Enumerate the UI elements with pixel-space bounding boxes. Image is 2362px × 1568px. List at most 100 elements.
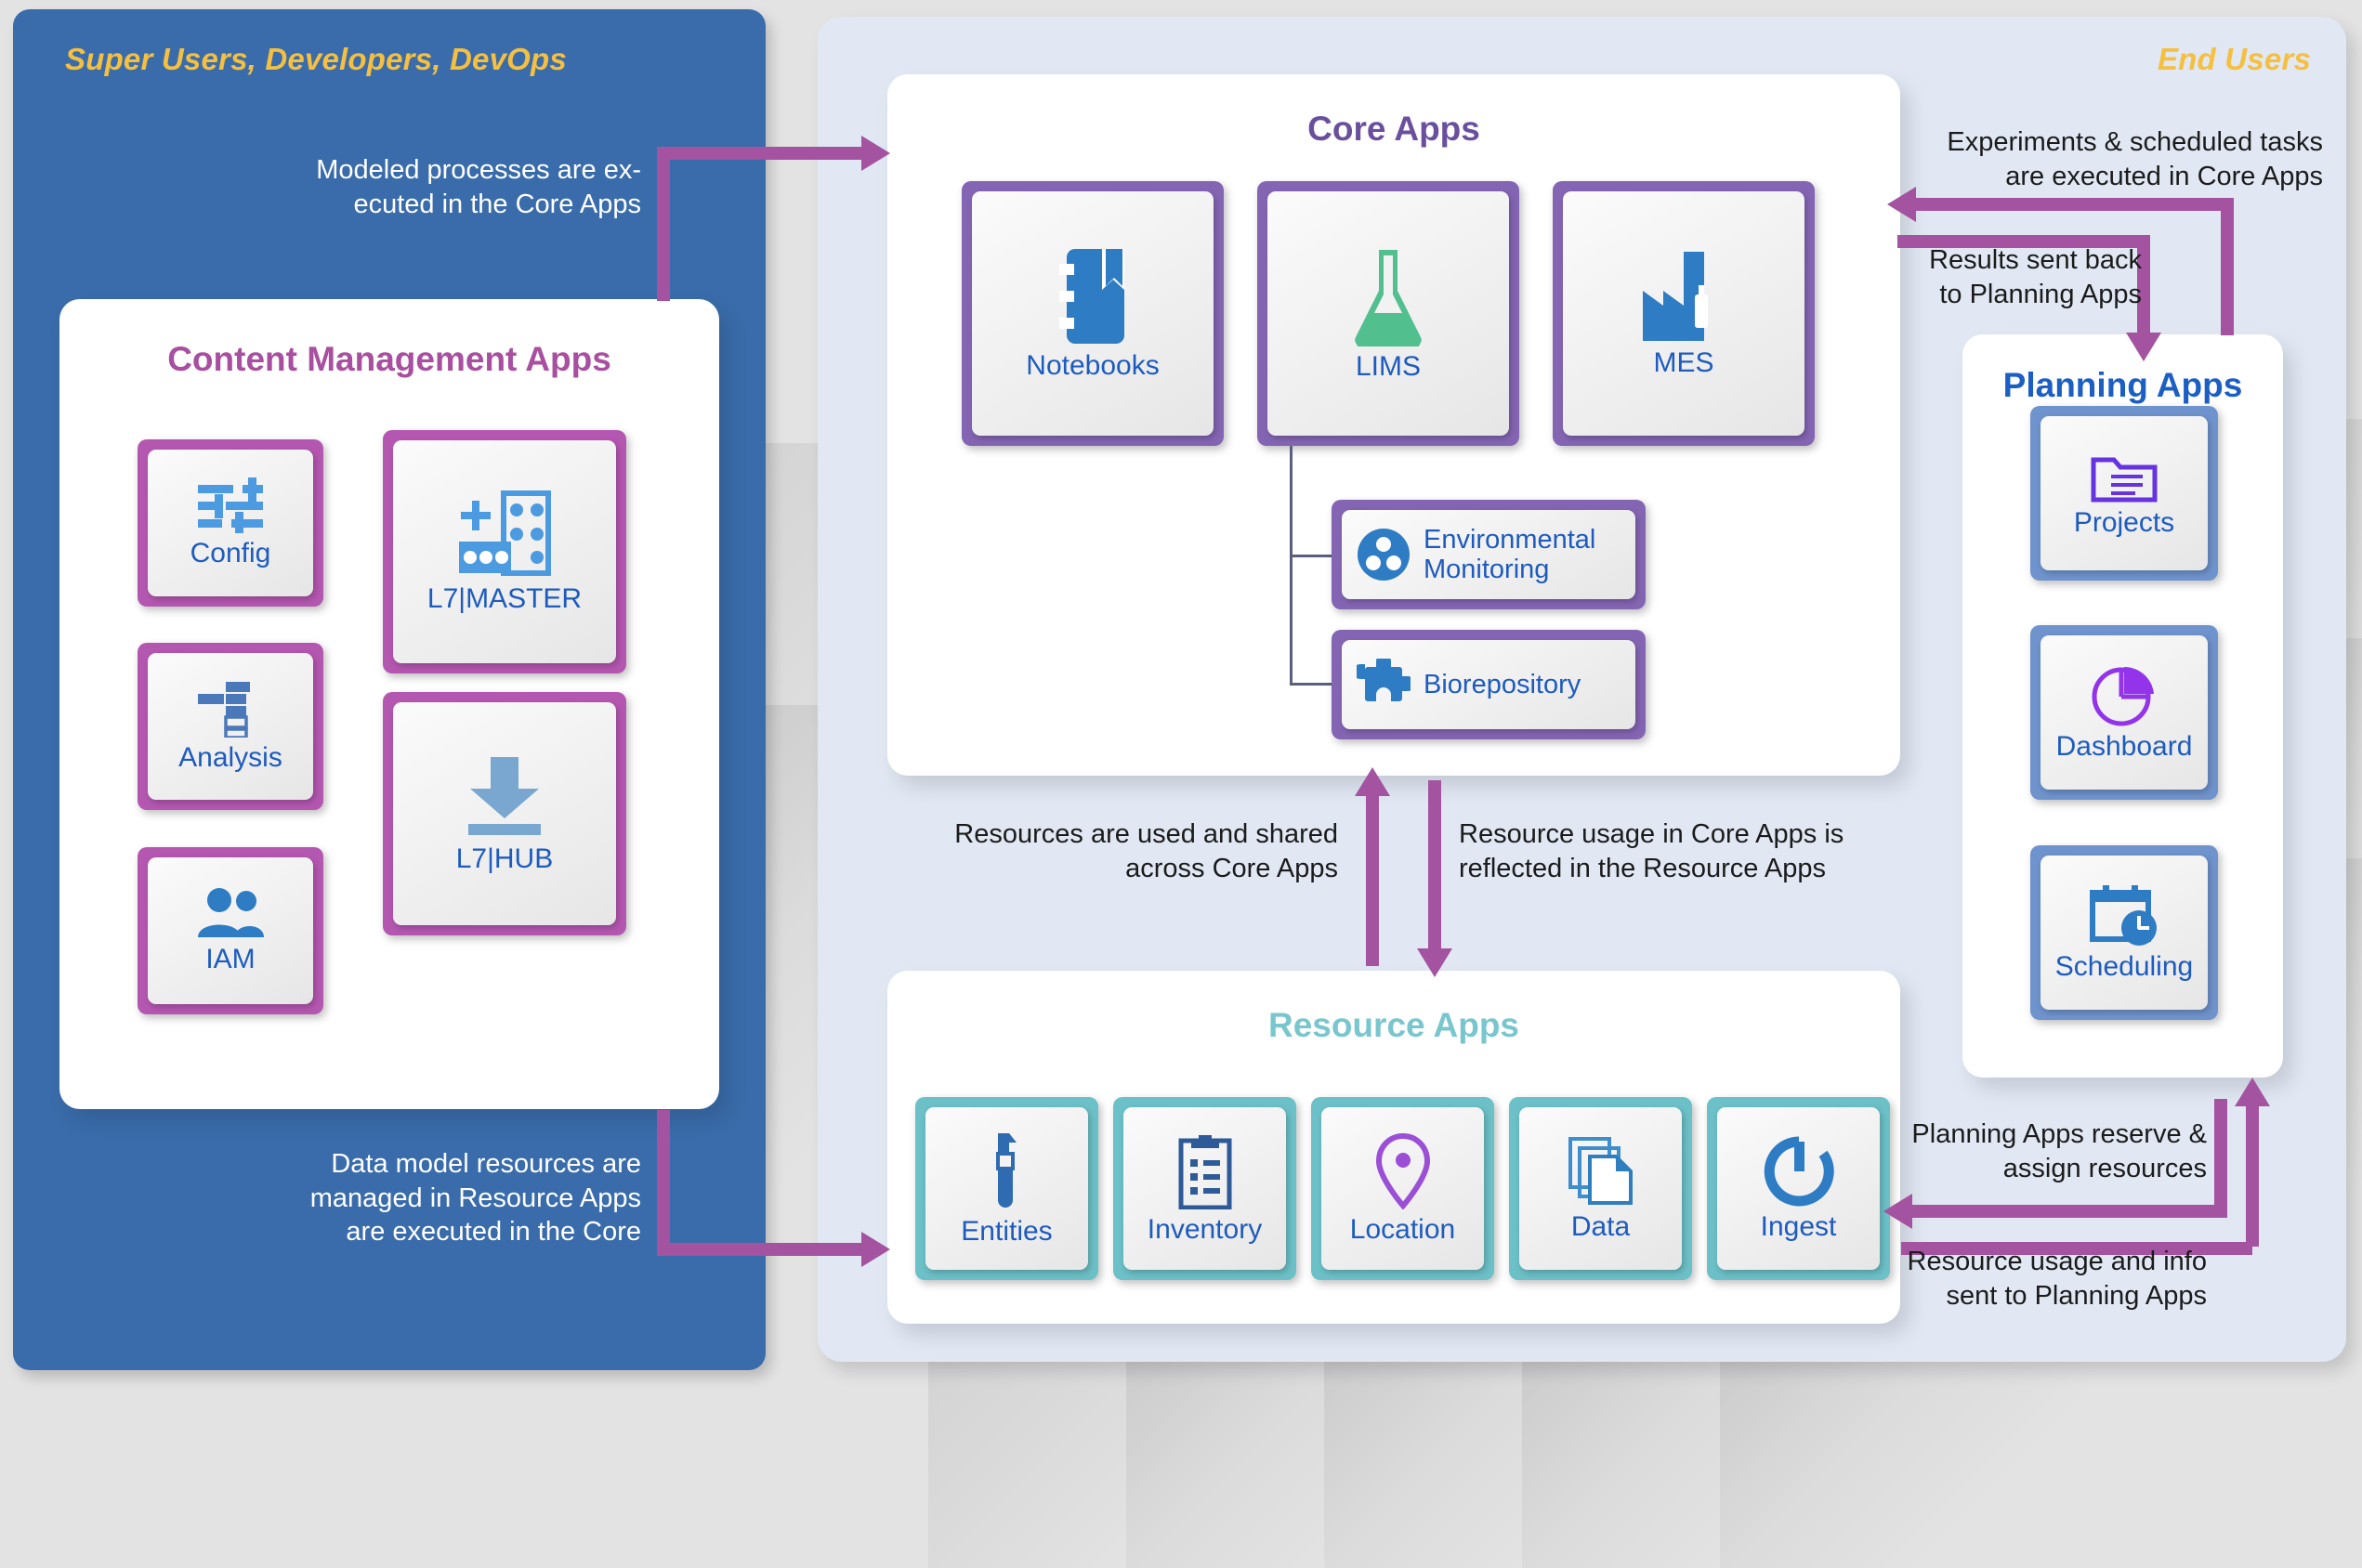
notebook-icon bbox=[1054, 247, 1132, 346]
users-icon bbox=[193, 887, 268, 939]
app-tile-environmental-monitoring[interactable]: Environmental Monitoring bbox=[1332, 500, 2130, 787]
download-arrow-icon bbox=[458, 753, 551, 839]
app-label: Biorepository bbox=[1424, 669, 1581, 699]
tile-inner: Entities bbox=[925, 1107, 1088, 1270]
arrow-results-head bbox=[2126, 333, 2161, 361]
app-label: Scheduling bbox=[2054, 951, 2194, 983]
persona-label-left: Super Users, Developers, DevOps bbox=[65, 42, 567, 76]
arrow-experiments-run bbox=[1916, 198, 2234, 211]
tile-inner: Config bbox=[148, 450, 313, 596]
tile-inner: Location bbox=[1321, 1107, 1484, 1270]
app-tile-dashboard[interactable]: Dashboard bbox=[2030, 625, 2362, 1075]
app-label: Config bbox=[190, 538, 271, 569]
tile-inner: L7|HUB bbox=[393, 702, 616, 925]
arrow-data-model-run bbox=[657, 1243, 863, 1256]
arrow-modeled-processes-head bbox=[861, 136, 890, 171]
app-tile-iam[interactable]: IAM bbox=[138, 847, 615, 1278]
app-label: L7|MASTER bbox=[426, 583, 583, 615]
app-label: Inventory bbox=[1147, 1213, 1263, 1245]
app-tile-l7master[interactable]: L7|MASTER bbox=[383, 430, 1004, 1052]
tree-connector-branch-1 bbox=[1290, 555, 1333, 557]
resource-apps-title: Resource Apps bbox=[1267, 1006, 1520, 1044]
tile-inner: Dashboard bbox=[2041, 635, 2208, 790]
tile-inner: LIMS bbox=[1267, 191, 1509, 436]
app-label: L7|HUB bbox=[455, 843, 554, 875]
app-tile-lims[interactable]: LIMS bbox=[1257, 181, 1925, 856]
arrow-data-model-stem bbox=[657, 1110, 670, 1249]
hierarchy-chart-icon bbox=[194, 680, 267, 738]
app-label: MES bbox=[1653, 346, 1714, 378]
app-tile-l7hub[interactable]: L7|HUB bbox=[383, 692, 1004, 1313]
annotation-planning-reserve: Planning Apps reserve & assign resources bbox=[1911, 1119, 2207, 1183]
arrow-reserve-run bbox=[1912, 1205, 2227, 1218]
planning-apps-title: Planning Apps bbox=[2002, 366, 2243, 404]
app-label: LIMS bbox=[1355, 350, 1422, 382]
app-label: IAM bbox=[205, 944, 256, 975]
app-label: Data bbox=[1570, 1210, 1631, 1242]
arrow-resources-shared-head bbox=[1355, 767, 1390, 796]
tile-inner: Environmental Monitoring bbox=[1342, 510, 1635, 599]
app-tile-biorepository[interactable]: Biorepository bbox=[1332, 630, 2130, 917]
tile-inner: Projects bbox=[2041, 416, 2208, 570]
app-label: Environmental Monitoring bbox=[1424, 524, 1596, 584]
arrow-usage-head bbox=[2235, 1078, 2270, 1106]
app-tile-projects[interactable]: Projects bbox=[2030, 406, 2362, 856]
arrow-resources-shared-stem bbox=[1366, 794, 1379, 966]
flask-icon bbox=[1348, 246, 1428, 346]
arrow-resource-usage-head bbox=[1417, 948, 1452, 977]
arrow-experiments-stem bbox=[2221, 198, 2234, 335]
annotation-resource-usage-reflected: Resource usage in Core Apps is reflected… bbox=[1459, 819, 1844, 883]
app-label: Dashboard bbox=[2055, 731, 2193, 763]
map-pin-icon bbox=[1375, 1132, 1430, 1209]
master-data-building-icon bbox=[455, 490, 554, 579]
tile-inner: Notebooks bbox=[972, 191, 1214, 436]
app-tile-entities[interactable]: Entities bbox=[915, 1097, 1386, 1568]
app-tile-data[interactable]: Data bbox=[1509, 1097, 1980, 1568]
annotation-modeled-processes: Modeled processes are ex- ecuted in the … bbox=[316, 155, 641, 219]
arrow-reserve-head bbox=[1883, 1194, 1912, 1229]
test-tube-icon bbox=[985, 1131, 1030, 1211]
app-tile-config[interactable]: Config bbox=[138, 439, 615, 870]
app-label: Notebooks bbox=[1026, 349, 1160, 381]
documents-stack-icon bbox=[1568, 1136, 1634, 1207]
arrow-resource-usage-stem bbox=[1428, 780, 1441, 952]
pie-chart-icon bbox=[2091, 663, 2158, 726]
app-tile-scheduling[interactable]: Scheduling bbox=[2030, 845, 2362, 1295]
app-label: Ingest bbox=[1760, 1210, 1837, 1242]
annotation-experiments-scheduled: Experiments & scheduled tasks are execut… bbox=[1947, 127, 2323, 191]
puzzle-piece-icon bbox=[1357, 659, 1411, 711]
app-label: Projects bbox=[2073, 507, 2175, 539]
annotation-data-model-resources: Data model resources are managed in Reso… bbox=[309, 1149, 641, 1248]
tile-inner: Data bbox=[1519, 1107, 1682, 1270]
tile-inner: IAM bbox=[148, 857, 313, 1004]
tree-connector-vertical bbox=[1290, 446, 1293, 683]
app-tile-location[interactable]: Location bbox=[1311, 1097, 1782, 1568]
sliders-icon bbox=[194, 477, 267, 534]
arrow-data-model-head bbox=[861, 1232, 890, 1267]
arrow-reserve-stem bbox=[2214, 1099, 2227, 1217]
app-tile-inventory[interactable]: Inventory bbox=[1113, 1097, 1584, 1568]
app-tile-mes[interactable]: MES bbox=[1553, 181, 2221, 856]
folder-icon bbox=[2091, 449, 2158, 503]
annotation-resources-shared: Resources are used and shared across Cor… bbox=[954, 819, 1338, 883]
arrow-modeled-processes-stem bbox=[657, 147, 670, 301]
arrow-usage-stem bbox=[2246, 1105, 2259, 1247]
annotation-resource-usage-sent: Resource usage and info sent to Planning… bbox=[1907, 1247, 2207, 1311]
clipboard-list-icon bbox=[1177, 1133, 1233, 1209]
app-tile-analysis[interactable]: Analysis bbox=[138, 643, 615, 1074]
tile-inner: Inventory bbox=[1123, 1107, 1286, 1270]
factory-icon bbox=[1639, 250, 1728, 343]
arrow-modeled-processes-run bbox=[657, 147, 863, 160]
tile-inner: Scheduling bbox=[2041, 856, 2208, 1010]
calendar-clock-icon bbox=[2089, 883, 2159, 947]
circular-arrow-icon bbox=[1764, 1136, 1834, 1207]
tile-inner: Biorepository bbox=[1342, 640, 1635, 729]
app-label: Location bbox=[1349, 1213, 1456, 1245]
core-apps-title: Core Apps bbox=[1307, 110, 1480, 148]
diagram-canvas: Super Users, Developers, DevOps Content … bbox=[0, 0, 2362, 1568]
app-tile-notebooks[interactable]: Notebooks bbox=[962, 181, 1630, 856]
persona-label-right: End Users bbox=[2157, 42, 2311, 76]
content-management-apps-title: Content Management Apps bbox=[167, 340, 611, 378]
tree-connector-branch-2 bbox=[1290, 683, 1333, 686]
app-label: Entities bbox=[961, 1215, 1053, 1247]
